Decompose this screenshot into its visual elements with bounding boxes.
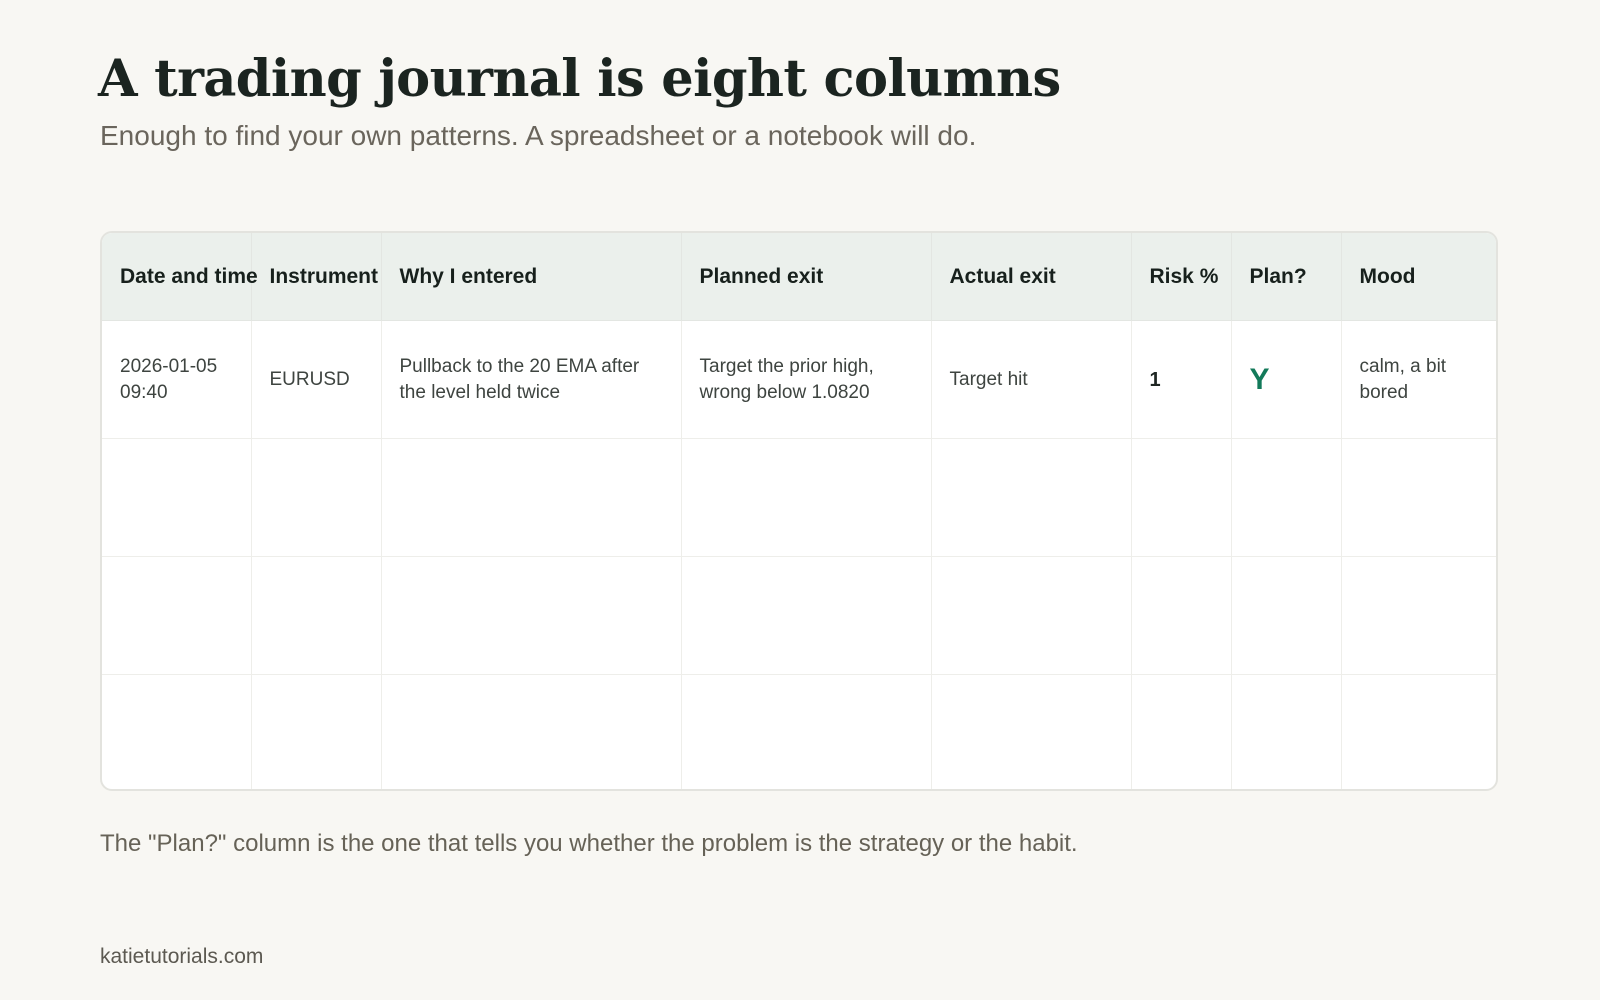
cell-why-entered: Pullback to the 20 EMA after the level h… (381, 320, 682, 439)
footer-site: katietutorials.com (100, 945, 264, 968)
cell-empty (251, 438, 382, 557)
table-row: 2026-01-05 09:40 EURUSD Pullback to the … (102, 320, 1496, 439)
cell-empty (681, 556, 932, 675)
column-header-why-entered: Why I entered (381, 233, 682, 321)
cell-empty (1231, 438, 1342, 557)
column-header-instrument: Instrument (251, 233, 382, 321)
column-header-mood: Mood (1341, 233, 1496, 321)
cell-empty (1341, 556, 1496, 675)
column-header-actual-exit: Actual exit (931, 233, 1132, 321)
cell-empty (102, 556, 252, 675)
cell-empty (381, 556, 682, 675)
cell-empty (1341, 675, 1496, 790)
cell-empty (251, 674, 382, 789)
cell-empty (102, 438, 252, 557)
cell-empty (381, 674, 682, 789)
cell-instrument: EURUSD (251, 320, 382, 439)
journal-table-card: Date and time Instrument Why I entered P… (100, 231, 1498, 791)
cell-empty (102, 674, 252, 789)
cell-mood: calm, a bit bored (1341, 320, 1496, 439)
page-subtitle: Enough to find your own patterns. A spre… (100, 120, 977, 151)
cell-planned-exit: Target the prior high, wrong below 1.082… (681, 320, 932, 439)
cell-date-time: 2026-01-05 09:40 (102, 320, 252, 439)
cell-actual-exit: Target hit (931, 320, 1132, 439)
cell-empty (681, 438, 932, 557)
table-header-row: Date and time Instrument Why I entered P… (102, 233, 1496, 321)
cell-empty (931, 674, 1132, 789)
column-header-date-time: Date and time (102, 233, 258, 321)
cell-empty (251, 556, 382, 675)
cell-empty (1341, 438, 1496, 557)
table-row-empty (102, 556, 1496, 675)
page-title: A trading journal is eight columns (98, 49, 1061, 109)
table-row-empty (102, 438, 1496, 557)
cell-empty (681, 674, 932, 789)
cell-risk: 1 (1131, 320, 1232, 439)
cell-empty (1231, 556, 1342, 675)
cell-empty (1131, 674, 1232, 789)
column-header-risk: Risk % (1131, 233, 1232, 321)
cell-empty (1231, 674, 1342, 789)
column-header-plan: Plan? (1231, 233, 1342, 321)
cell-empty (931, 438, 1132, 557)
cell-empty (1131, 438, 1232, 557)
cell-plan: Y (1231, 320, 1342, 439)
table-row-empty (102, 674, 1496, 790)
journal-table: Date and time Instrument Why I entered P… (102, 233, 1496, 790)
cell-empty (931, 556, 1132, 675)
plan-column-note: The "Plan?" column is the one that tells… (100, 830, 1078, 857)
cell-empty (381, 438, 682, 557)
column-header-planned-exit: Planned exit (681, 233, 932, 321)
cell-empty (1131, 556, 1232, 675)
